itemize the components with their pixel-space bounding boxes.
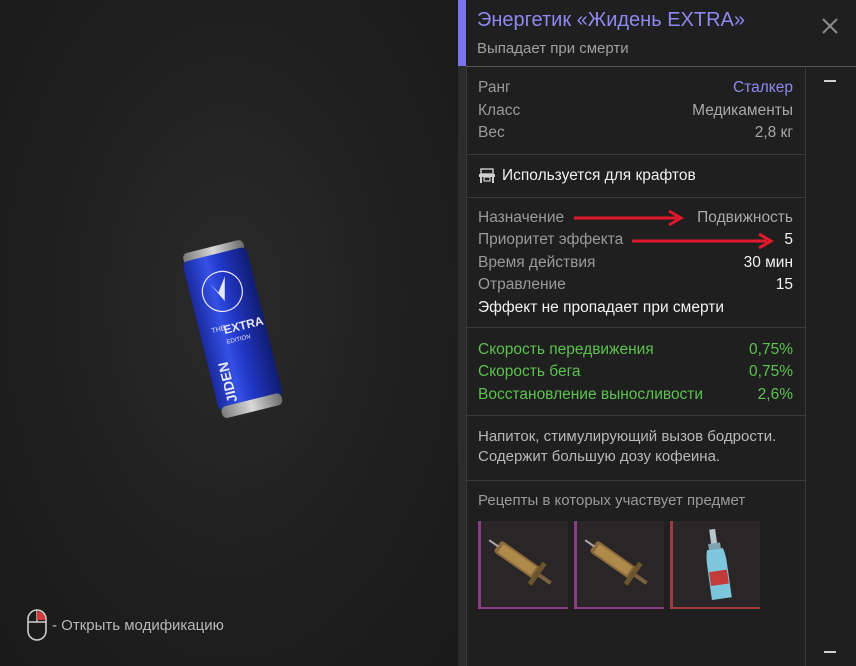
effect-value: 30 мин	[743, 253, 793, 271]
workbench-icon	[479, 167, 495, 183]
base-stats: Ранг Сталкер Класс Медикаменты Вес 2,8 к…	[467, 67, 805, 155]
craft-usage-label: Используется для крафтов	[502, 166, 696, 184]
recipe-slot[interactable]	[670, 521, 760, 609]
stat-value: Сталкер	[733, 79, 793, 96]
stat-value: Медикаменты	[692, 101, 793, 119]
bonus-label: Скорость передвижения	[478, 340, 654, 358]
syringe-icon	[488, 539, 552, 586]
item-description: Напиток, стимулирующий вызов бодрости. С…	[467, 416, 805, 481]
effect-value: 15	[775, 276, 793, 293]
effect-row-poison: Отравление 15	[478, 274, 793, 297]
effect-label: Время действия	[478, 253, 596, 271]
stat-label: Класс	[478, 101, 521, 119]
panel-divider	[458, 0, 466, 666]
effect-label: Приоритет эффекта	[478, 231, 624, 248]
bonus-value: 0,75%	[749, 363, 793, 380]
effect-stats: Назначение Подвижность Приоритет эффекта…	[467, 198, 805, 328]
effect-row-purpose: Назначение Подвижность	[478, 207, 793, 230]
effect-label: Отравление	[478, 276, 566, 293]
bonus-stats: Скорость передвижения 0,75% Скорость бег…	[467, 328, 805, 416]
scrollbar[interactable]	[824, 67, 836, 666]
bonus-value: 0,75%	[749, 340, 793, 358]
bonus-row: Скорость бега 0,75%	[478, 361, 793, 384]
mouse-right-click-icon	[27, 609, 47, 641]
bonus-row: Восстановление выносливости 2,6%	[478, 384, 793, 407]
recipe-slot[interactable]	[574, 521, 664, 609]
effect-row-priority: Приоритет эффекта 5	[478, 229, 793, 252]
scrollbar-top-marker	[824, 80, 836, 82]
effect-value: Подвижность	[697, 208, 793, 226]
item-details: Ранг Сталкер Класс Медикаменты Вес 2,8 к…	[466, 67, 806, 666]
recipes-title: Рецепты в которых участвует предмет	[478, 492, 746, 509]
bonus-value: 2,6%	[757, 385, 793, 403]
syringe-icon	[584, 539, 648, 586]
stat-row-class: Класс Медикаменты	[478, 100, 793, 123]
bonus-label: Скорость бега	[478, 363, 581, 380]
craft-usage: Используется для крафтов	[467, 155, 805, 198]
scrollbar-bottom-marker	[824, 651, 836, 653]
bottle-icon	[706, 528, 732, 601]
effect-label: Назначение	[478, 208, 565, 226]
close-icon[interactable]	[818, 14, 842, 38]
recipes-list	[478, 521, 793, 609]
stat-label: Ранг	[478, 79, 511, 96]
open-mod-hint: - Открыть модификацию	[26, 608, 224, 642]
stat-row-rank: Ранг Сталкер	[478, 77, 793, 100]
item-title: Энергетик «Жидень EXTRA»	[477, 9, 745, 31]
open-mod-hint-text: - Открыть модификацию	[52, 616, 224, 634]
item-info-panel: Энергетик «Жидень EXTRA» Выпадает при см…	[458, 0, 856, 666]
effect-value: 5	[784, 231, 793, 248]
stat-label: Вес	[478, 124, 505, 141]
header-accent-bar	[458, 0, 466, 66]
panel-header: Энергетик «Жидень EXTRA» Выпадает при см…	[458, 0, 856, 67]
energy-can-image: THE EXTRA EDITION JIDEN	[183, 240, 283, 418]
item-preview: THE EXTRA EDITION JIDEN - Открыть модифи…	[0, 0, 458, 666]
bonus-row: Скорость передвижения 0,75%	[478, 339, 793, 362]
recipe-slot[interactable]	[478, 521, 568, 609]
stat-value: 2,8 кг	[754, 124, 793, 141]
effect-row-duration: Время действия 30 мин	[478, 252, 793, 275]
effect-persist-note: Эффект не пропадает при смерти	[478, 298, 724, 316]
stat-row-weight: Вес 2,8 кг	[478, 122, 793, 145]
bonus-label: Восстановление выносливости	[478, 385, 704, 403]
recipes-section: Рецепты в которых участвует предмет	[467, 481, 805, 609]
item-subtitle: Выпадает при смерти	[477, 40, 629, 57]
